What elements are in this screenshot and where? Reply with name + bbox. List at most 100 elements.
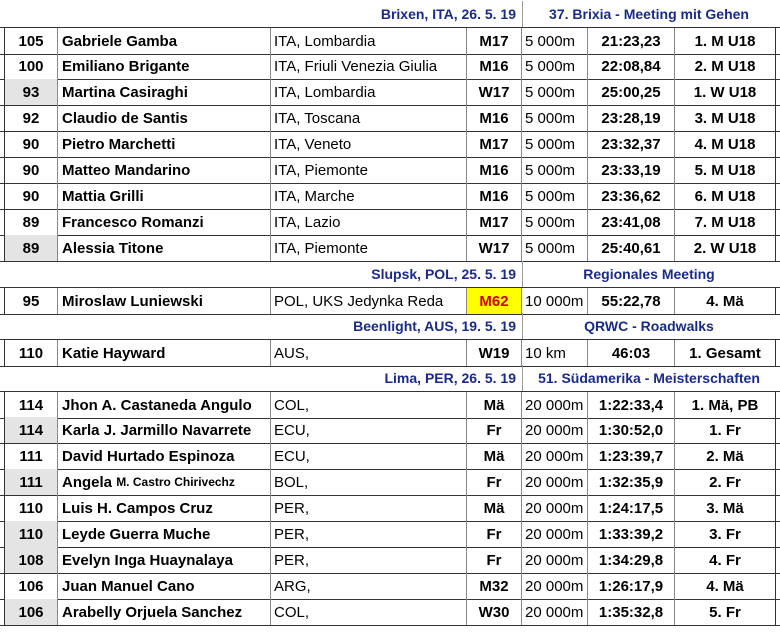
- athlete-name-cell[interactable]: Juan Manuel Cano: [58, 573, 271, 599]
- rank-cell[interactable]: 5. Fr: [675, 599, 776, 625]
- result-row[interactable]: 105 Gabriele Gamba ITA, Lombardia M17 5 000m…: [0, 27, 780, 55]
- distance-cell[interactable]: 5 000m: [522, 105, 588, 131]
- result-row[interactable]: 110 Leyde Guerra Muche PER, Fr 20 000m 1:33:3…: [0, 521, 780, 548]
- rank-cell[interactable]: 4. Fr: [675, 547, 776, 573]
- athlete-name-cell[interactable]: Emiliano Brigante: [58, 53, 271, 79]
- points-cell[interactable]: 89: [4, 209, 58, 235]
- athlete-name-cell[interactable]: Martina Casiraghi: [58, 79, 271, 105]
- athlete-name-cell[interactable]: Claudio de Santis: [58, 105, 271, 131]
- result-row[interactable]: 100 Emiliano Brigante ITA, Friuli Venezia …: [0, 53, 780, 80]
- rank-cell[interactable]: 2. W U18: [675, 235, 776, 261]
- category-cell[interactable]: M32: [467, 573, 522, 599]
- points-cell[interactable]: 95: [4, 288, 58, 314]
- result-row[interactable]: 95 Miroslaw Luniewski POL, UKS Jedynka Red…: [0, 287, 780, 315]
- time-cell[interactable]: 23:28,19: [588, 105, 675, 131]
- distance-cell[interactable]: 5 000m: [522, 157, 588, 183]
- distance-cell[interactable]: 20 000m: [522, 599, 588, 625]
- distance-cell[interactable]: 20 000m: [522, 392, 588, 418]
- result-row[interactable]: 114 Karla J. Jarmillo Navarrete ECU, Fr 20 0…: [0, 417, 780, 444]
- athlete-name-cell[interactable]: Matteo Mandarino: [58, 157, 271, 183]
- athlete-name-cell[interactable]: Luis H. Campos Cruz: [58, 495, 271, 521]
- result-row[interactable]: 110 Katie Hayward AUS, W19 10 km 46:03 1. Gesa…: [0, 339, 780, 367]
- nation-club-cell[interactable]: PER,: [271, 521, 467, 547]
- rank-cell[interactable]: 6. M U18: [675, 183, 776, 209]
- points-cell[interactable]: 90: [4, 183, 58, 209]
- nation-club-cell[interactable]: COL,: [271, 599, 467, 625]
- nation-club-cell[interactable]: ITA, Piemonte: [271, 157, 467, 183]
- result-row[interactable]: 93 Martina Casiraghi ITA, Lombardia W17 5 00…: [0, 79, 780, 106]
- time-cell[interactable]: 23:41,08: [588, 209, 675, 235]
- athlete-name-cell[interactable]: Mattia Grilli: [58, 183, 271, 209]
- result-row[interactable]: 110 Luis H. Campos Cruz PER, Mä 20 000m 1:24:…: [0, 495, 780, 522]
- nation-club-cell[interactable]: AUS,: [271, 340, 467, 366]
- time-cell[interactable]: 25:00,25: [588, 79, 675, 105]
- time-cell[interactable]: 1:30:52,0: [588, 417, 675, 443]
- points-cell[interactable]: 111: [4, 443, 58, 469]
- result-row[interactable]: 111 Angela M. Castro Chirivechz BOL, Fr 20 0…: [0, 469, 780, 496]
- category-cell[interactable]: M62: [467, 288, 522, 314]
- nation-club-cell[interactable]: ITA, Lazio: [271, 209, 467, 235]
- distance-cell[interactable]: 5 000m: [522, 28, 588, 54]
- points-cell[interactable]: 108: [4, 547, 58, 573]
- time-cell[interactable]: 1:23:39,7: [588, 443, 675, 469]
- nation-club-cell[interactable]: COL,: [271, 392, 467, 418]
- athlete-name-cell[interactable]: Karla J. Jarmillo Navarrete: [58, 417, 271, 443]
- nation-club-cell[interactable]: PER,: [271, 495, 467, 521]
- category-cell[interactable]: Fr: [467, 469, 522, 495]
- nation-club-cell[interactable]: PER,: [271, 547, 467, 573]
- time-cell[interactable]: 23:32,37: [588, 131, 675, 157]
- rank-cell[interactable]: 3. Fr: [675, 521, 776, 547]
- category-cell[interactable]: M17: [467, 209, 522, 235]
- category-cell[interactable]: Fr: [467, 417, 522, 443]
- time-cell[interactable]: 1:24:17,5: [588, 495, 675, 521]
- distance-cell[interactable]: 5 000m: [522, 79, 588, 105]
- result-row[interactable]: 106 Juan Manuel Cano ARG, M32 20 000m 1:26:17…: [0, 573, 780, 600]
- time-cell[interactable]: 1:33:39,2: [588, 521, 675, 547]
- points-cell[interactable]: 105: [4, 28, 58, 54]
- category-cell[interactable]: W17: [467, 79, 522, 105]
- distance-cell[interactable]: 10 000m: [522, 288, 588, 314]
- athlete-name-cell[interactable]: Evelyn Inga Huaynalaya: [58, 547, 271, 573]
- nation-club-cell[interactable]: POL, UKS Jedynka Reda: [271, 288, 467, 314]
- result-row[interactable]: 90 Pietro Marchetti ITA, Veneto M17 5 000m 23…: [0, 131, 780, 158]
- result-row[interactable]: 114 Jhon A. Castaneda Angulo COL, Mä 20 000m…: [0, 391, 780, 419]
- distance-cell[interactable]: 20 000m: [522, 469, 588, 495]
- result-row[interactable]: 111 David Hurtado Espinoza ECU, Mä 20 000m 1:…: [0, 443, 780, 470]
- points-cell[interactable]: 106: [4, 573, 58, 599]
- rank-cell[interactable]: 1. Fr: [675, 417, 776, 443]
- nation-club-cell[interactable]: ITA, Lombardia: [271, 28, 467, 54]
- time-cell[interactable]: 1:32:35,9: [588, 469, 675, 495]
- category-cell[interactable]: M17: [467, 28, 522, 54]
- rank-cell[interactable]: 7. M U18: [675, 209, 776, 235]
- category-cell[interactable]: Mä: [467, 443, 522, 469]
- rank-cell[interactable]: 1. W U18: [675, 79, 776, 105]
- points-cell[interactable]: 106: [4, 599, 58, 625]
- athlete-name-cell[interactable]: Arabelly Orjuela Sanchez: [58, 599, 271, 625]
- time-cell[interactable]: 46:03: [588, 340, 675, 366]
- distance-cell[interactable]: 20 000m: [522, 521, 588, 547]
- time-cell[interactable]: 1:26:17,9: [588, 573, 675, 599]
- nation-club-cell[interactable]: ECU,: [271, 443, 467, 469]
- nation-club-cell[interactable]: ECU,: [271, 417, 467, 443]
- distance-cell[interactable]: 20 000m: [522, 547, 588, 573]
- points-cell[interactable]: 110: [4, 495, 58, 521]
- athlete-name-cell[interactable]: Jhon A. Castaneda Angulo: [58, 392, 271, 418]
- distance-cell[interactable]: 20 000m: [522, 495, 588, 521]
- rank-cell[interactable]: 1. Gesamt: [675, 340, 776, 366]
- points-cell[interactable]: 90: [4, 131, 58, 157]
- rank-cell[interactable]: 4. Mä: [675, 573, 776, 599]
- points-cell[interactable]: 89: [4, 235, 58, 261]
- result-row[interactable]: 106 Arabelly Orjuela Sanchez COL, W30 20 000…: [0, 599, 780, 626]
- time-cell[interactable]: 1:22:33,4: [588, 392, 675, 418]
- category-cell[interactable]: M16: [467, 183, 522, 209]
- athlete-name-cell[interactable]: David Hurtado Espinoza: [58, 443, 271, 469]
- time-cell[interactable]: 1:35:32,8: [588, 599, 675, 625]
- points-cell[interactable]: 110: [4, 340, 58, 366]
- points-cell[interactable]: 90: [4, 157, 58, 183]
- category-cell[interactable]: Mä: [467, 392, 522, 418]
- result-row[interactable]: 108 Evelyn Inga Huaynalaya PER, Fr 20 000m 1:…: [0, 547, 780, 574]
- nation-club-cell[interactable]: ITA, Lombardia: [271, 79, 467, 105]
- nation-club-cell[interactable]: ARG,: [271, 573, 467, 599]
- time-cell[interactable]: 1:34:29,8: [588, 547, 675, 573]
- distance-cell[interactable]: 5 000m: [522, 209, 588, 235]
